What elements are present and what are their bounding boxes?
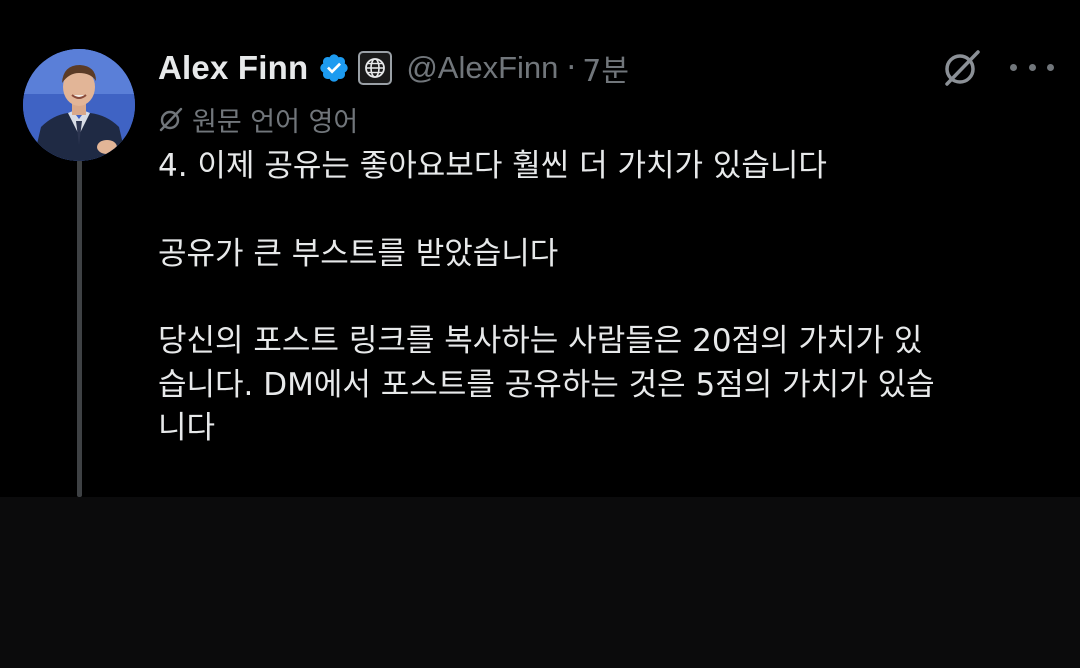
translate-icon (159, 107, 183, 132)
translation-label: 원문 언어 영어 (192, 106, 359, 138)
separator-dot: · (566, 50, 577, 86)
post-body: 4. 이제 공유는 좋아요보다 훨씬 더 가치가 있습니다 공유가 큰 부스트를… (158, 145, 1038, 451)
more-dot (1047, 63, 1054, 71)
globe-icon[interactable] (358, 51, 393, 85)
grok-icon[interactable] (940, 46, 984, 90)
author-name[interactable]: Alex Finn (158, 49, 308, 87)
more-dot (1010, 63, 1017, 71)
post-header: Alex Finn @AlexFinn · 7분 (158, 44, 629, 92)
thread-connector-line (77, 160, 82, 497)
post-text-line: 4. 이제 공유는 좋아요보다 훨씬 더 가치가 있습니다 (158, 148, 827, 184)
post-timestamp[interactable]: 7분 (582, 46, 629, 90)
avatar[interactable] (23, 49, 135, 161)
avatar-photo (23, 49, 135, 161)
post-text-line: 당신의 포스트 링크를 복사하는 사람들은 20점의 가치가 있 (158, 323, 923, 359)
more-icon[interactable] (1010, 52, 1054, 82)
empty-area (0, 497, 1080, 668)
translation-info[interactable]: 원문 언어 영어 (158, 100, 358, 138)
post-text-line: 습니다. DM에서 포스트를 공유하는 것은 5점의 가치가 있습 (158, 366, 935, 403)
verified-badge-icon[interactable] (318, 52, 350, 84)
more-dot (1028, 63, 1036, 71)
post-text-line: 니다 (158, 410, 216, 446)
post-text-line: 공유가 큰 부스트를 받았습니다 (158, 235, 559, 272)
author-handle[interactable]: @AlexFinn (406, 50, 558, 86)
